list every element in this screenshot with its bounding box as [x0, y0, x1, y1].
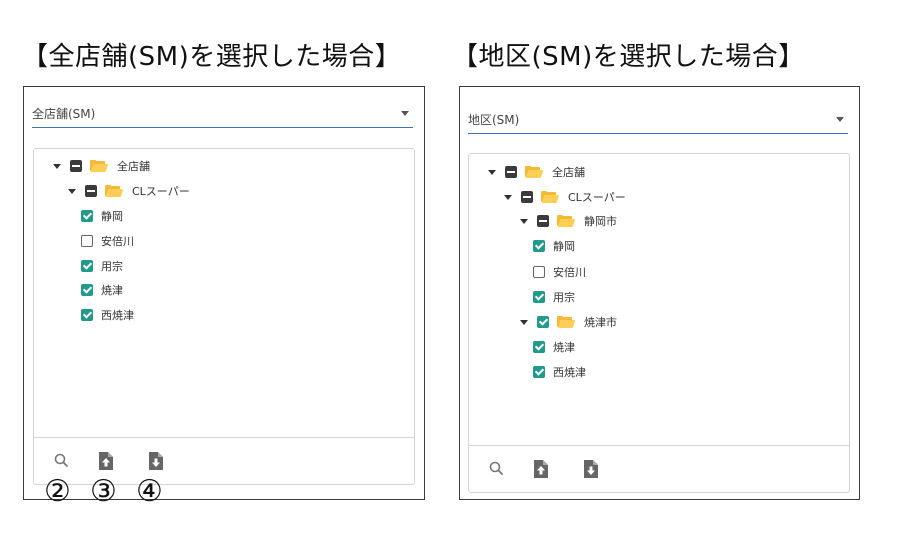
tree-leaf[interactable]: 西焼津	[533, 362, 586, 382]
caret-down-icon[interactable]	[53, 163, 61, 169]
folder-open-icon	[525, 166, 544, 178]
checkbox-checked[interactable]	[537, 316, 549, 328]
folder-open-icon	[541, 191, 560, 203]
tree-leaf-label: 西焼津	[553, 366, 586, 379]
tree-node-group[interactable]: CLスーパー	[68, 181, 190, 201]
caret-down-icon[interactable]	[68, 188, 76, 194]
caret-down-icon[interactable]	[520, 218, 528, 224]
tree-leaf-label: 静岡	[553, 240, 575, 253]
checkbox-unchecked[interactable]	[81, 235, 93, 247]
select-value: 全店舗(SM)	[32, 107, 96, 121]
tree-node-label: 全店舗	[552, 166, 585, 179]
tree-card: 全店舗 CLスーパー 静岡 安倍川 用宗 焼津 西焼津	[33, 148, 415, 485]
checkbox-checked[interactable]	[81, 284, 93, 296]
tree-leaf[interactable]: 焼津	[81, 280, 123, 300]
tree-node-label: 全店舗	[117, 160, 150, 173]
download-file-icon[interactable]	[146, 450, 166, 472]
caption-district: 【地区(SM)を選択した場合】	[452, 42, 805, 72]
checkbox-checked[interactable]	[81, 260, 93, 272]
select-value: 地区(SM)	[468, 113, 520, 127]
tree-leaf[interactable]: 西焼津	[81, 305, 134, 325]
tree-leaf-label: 用宗	[553, 291, 575, 304]
download-file-icon[interactable]	[581, 458, 601, 480]
tree-leaf[interactable]: 静岡	[533, 236, 575, 256]
search-icon[interactable]	[487, 458, 507, 480]
tree-leaf-label: 用宗	[101, 260, 123, 273]
tree-leaf-label: 焼津	[553, 341, 575, 354]
tree-leaf[interactable]: 静岡	[81, 206, 123, 226]
tree-leaf[interactable]: 焼津	[533, 337, 575, 357]
folder-open-icon	[557, 316, 576, 328]
left-panel: 全店舗(SM) 全店舗 CLスーパー 静岡 安倍川 用宗 焼津 西焼津	[23, 86, 425, 500]
tree-node-root[interactable]: 全店舗	[488, 162, 585, 182]
checkbox-indeterminate[interactable]	[85, 185, 97, 197]
chevron-down-icon[interactable]	[401, 111, 409, 116]
checkbox-indeterminate[interactable]	[505, 166, 517, 178]
tree-footer-toolbar	[469, 445, 849, 492]
search-icon[interactable]	[52, 450, 72, 472]
checkbox-indeterminate[interactable]	[521, 191, 533, 203]
tree-node-district[interactable]: 静岡市	[520, 211, 617, 231]
tree-leaf-label: 安倍川	[101, 235, 134, 248]
folder-open-icon	[557, 215, 576, 227]
checkbox-indeterminate[interactable]	[70, 160, 82, 172]
right-panel: 地区(SM) 全店舗 CLスーパー 静岡市 静岡 安倍川 用宗 焼津市 焼津 西…	[459, 86, 860, 500]
tree-leaf[interactable]: 安倍川	[81, 231, 134, 251]
tree-leaf-label: 安倍川	[553, 266, 586, 279]
tree-leaf[interactable]: 用宗	[81, 256, 123, 276]
tree-node-group[interactable]: CLスーパー	[504, 187, 626, 207]
folder-open-icon	[105, 185, 124, 197]
checkbox-checked[interactable]	[81, 309, 93, 321]
caret-down-icon[interactable]	[520, 319, 528, 325]
checkbox-checked[interactable]	[533, 341, 545, 353]
tree-node-label: CLスーパー	[132, 185, 190, 198]
tree-node-root[interactable]: 全店舗	[53, 156, 150, 176]
checkbox-checked[interactable]	[533, 366, 545, 378]
tree-node-label: 静岡市	[584, 215, 617, 228]
annotation-2: ②	[44, 474, 71, 509]
checkbox-unchecked[interactable]	[533, 266, 545, 278]
checkbox-checked[interactable]	[81, 210, 93, 222]
checkbox-checked[interactable]	[533, 240, 545, 252]
chevron-down-icon[interactable]	[836, 117, 844, 122]
caret-down-icon[interactable]	[504, 194, 512, 200]
caret-down-icon[interactable]	[488, 169, 496, 175]
tree-node-label: 焼津市	[584, 316, 617, 329]
caption-all-stores: 【全店舗(SM)を選択した場合】	[22, 42, 402, 72]
folder-open-icon	[90, 160, 109, 172]
tree-leaf-label: 静岡	[101, 210, 123, 223]
upload-file-icon[interactable]	[96, 450, 116, 472]
checkbox-checked[interactable]	[533, 291, 545, 303]
tree-card: 全店舗 CLスーパー 静岡市 静岡 安倍川 用宗 焼津市 焼津 西焼津	[468, 153, 850, 493]
upload-file-icon[interactable]	[531, 458, 551, 480]
tree-leaf-label: 西焼津	[101, 309, 134, 322]
tree-node-label: CLスーパー	[568, 191, 626, 204]
store-type-select[interactable]: 全店舗(SM)	[32, 101, 413, 128]
tree-node-district[interactable]: 焼津市	[520, 312, 617, 332]
tree-leaf-label: 焼津	[101, 284, 123, 297]
tree-leaf[interactable]: 安倍川	[533, 262, 586, 282]
annotation-3: ③	[90, 474, 117, 509]
tree-leaf[interactable]: 用宗	[533, 287, 575, 307]
annotation-4: ④	[136, 474, 163, 509]
checkbox-indeterminate[interactable]	[537, 215, 549, 227]
store-type-select[interactable]: 地区(SM)	[468, 107, 848, 134]
